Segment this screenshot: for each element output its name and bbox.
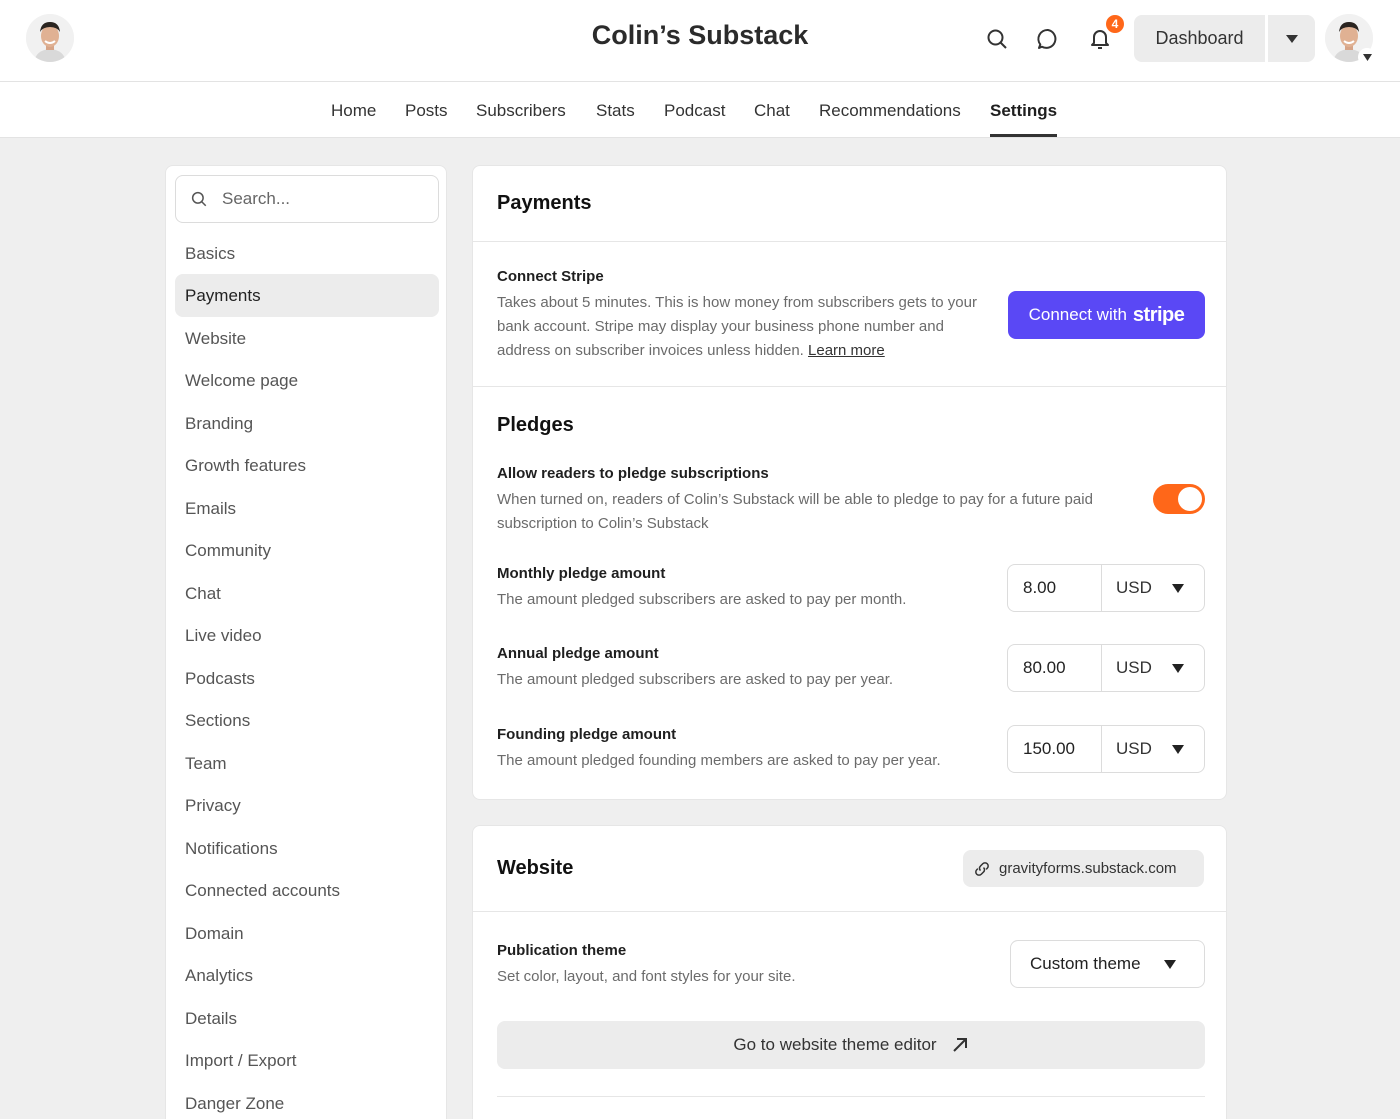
sidebar-item-import-export[interactable]: Import / Export (175, 1039, 439, 1082)
monthly-currency-select[interactable]: USD (1102, 565, 1204, 611)
sidebar-item-website[interactable]: Website (175, 317, 439, 360)
payments-title: Payments (497, 192, 592, 214)
annual-pledge-title: Annual pledge amount (497, 645, 659, 662)
chat-bubble-icon[interactable] (1031, 22, 1065, 56)
website-url: gravityforms.substack.com (999, 860, 1177, 877)
caret-down-icon (1172, 744, 1184, 754)
caret-down-icon (1362, 53, 1372, 61)
sidebar-item-welcome-page[interactable]: Welcome page (175, 359, 439, 402)
sidebar-item-community[interactable]: Community (175, 529, 439, 572)
theme-editor-label: Go to website theme editor (733, 1035, 937, 1054)
theme-editor-button[interactable]: Go to website theme editor (497, 1021, 1205, 1069)
annual-pledge-input[interactable] (1008, 645, 1102, 691)
dashboard-dropdown-button[interactable] (1268, 15, 1315, 62)
sidebar-item-basics[interactable]: Basics (175, 232, 439, 275)
founding-currency-select[interactable]: USD (1102, 726, 1204, 772)
currency-value: USD (1116, 578, 1152, 597)
allow-pledges-toggle[interactable] (1153, 484, 1205, 514)
founding-pledge-title: Founding pledge amount (497, 726, 677, 743)
founding-pledge-description: The amount pledged founding members are … (497, 752, 941, 769)
sidebar-item-podcasts[interactable]: Podcasts (175, 657, 439, 700)
allow-pledges-title: Allow readers to pledge subscriptions (497, 465, 769, 482)
currency-value: USD (1116, 658, 1152, 677)
divider (473, 386, 1226, 387)
active-tab-indicator (990, 134, 1057, 137)
tab-stats[interactable]: Stats (596, 101, 635, 121)
external-arrow-icon (952, 1038, 967, 1052)
theme-value: Custom theme (1030, 954, 1141, 973)
annual-currency-select[interactable]: USD (1102, 645, 1204, 691)
link-icon (975, 861, 989, 876)
connect-stripe-description: Takes about 5 minutes. This is how money… (497, 291, 989, 363)
sidebar-item-branding[interactable]: Branding (175, 402, 439, 445)
annual-pledge-description: The amount pledged subscribers are asked… (497, 671, 894, 688)
dashboard-button[interactable]: Dashboard (1134, 15, 1265, 62)
monthly-pledge-title: Monthly pledge amount (497, 565, 666, 582)
tab-subscribers[interactable]: Subscribers (476, 101, 566, 121)
divider (473, 911, 1226, 912)
divider (497, 1096, 1205, 1097)
sidebar-item-emails[interactable]: Emails (175, 487, 439, 530)
website-card: Website gravityforms.substack.com Public… (472, 825, 1227, 1119)
publication-logo[interactable] (26, 14, 74, 62)
sidebar-item-danger-zone[interactable]: Danger Zone (175, 1082, 439, 1119)
founding-pledge-input[interactable] (1008, 726, 1102, 772)
divider (473, 241, 1226, 242)
sidebar-item-team[interactable]: Team (175, 742, 439, 785)
website-url-chip[interactable]: gravityforms.substack.com (963, 850, 1204, 887)
connect-stripe-button[interactable]: Connect with stripe (1008, 291, 1205, 339)
sidebar-item-live-video[interactable]: Live video (175, 614, 439, 657)
sidebar-item-growth-features[interactable]: Growth features (175, 444, 439, 487)
sidebar-item-notifications[interactable]: Notifications (175, 827, 439, 870)
monthly-pledge-description: The amount pledged subscribers are asked… (497, 591, 907, 608)
sidebar-item-domain[interactable]: Domain (175, 912, 439, 955)
tab-home[interactable]: Home (331, 101, 376, 121)
user-menu-caret[interactable] (1358, 48, 1376, 66)
sidebar-item-privacy[interactable]: Privacy (175, 784, 439, 827)
connect-stripe-title: Connect Stripe (497, 268, 604, 285)
caret-down-icon (1164, 959, 1176, 969)
caret-down-icon (1172, 583, 1184, 593)
connect-with-label: Connect with (1028, 305, 1127, 324)
chevron-down-icon (1285, 34, 1298, 43)
stripe-logo: stripe (1132, 303, 1185, 326)
publication-theme-title: Publication theme (497, 942, 627, 959)
currency-value: USD (1116, 739, 1152, 758)
monthly-pledge-input[interactable] (1008, 565, 1102, 611)
person-avatar-icon (26, 14, 74, 62)
sidebar-item-payments[interactable]: Payments (175, 274, 439, 317)
tab-podcast[interactable]: Podcast (664, 101, 725, 121)
settings-sidebar: Basics Payments Website Welcome page Bra… (165, 165, 447, 1119)
caret-down-icon (1172, 663, 1184, 673)
notification-badge: 4 (1104, 13, 1126, 35)
nav-bar: Home Posts Subscribers Stats Podcast Cha… (0, 82, 1400, 138)
sidebar-item-connected-accounts[interactable]: Connected accounts (175, 869, 439, 912)
sidebar-item-sections[interactable]: Sections (175, 699, 439, 742)
payments-card: Payments Connect Stripe Takes about 5 mi… (472, 165, 1227, 800)
tab-posts[interactable]: Posts (405, 101, 448, 121)
pledges-title: Pledges (497, 414, 574, 436)
allow-pledges-description: When turned on, readers of Colin’s Subst… (497, 491, 1093, 532)
learn-more-link[interactable]: Learn more (808, 342, 885, 359)
founding-pledge-amount-group: USD (1007, 725, 1205, 773)
theme-select[interactable]: Custom theme (1010, 940, 1205, 988)
website-title: Website (497, 857, 574, 879)
tab-chat[interactable]: Chat (754, 101, 790, 121)
search-icon (191, 191, 207, 207)
sidebar-item-chat[interactable]: Chat (175, 572, 439, 615)
connect-stripe-text: Takes about 5 minutes. This is how money… (497, 294, 977, 359)
toggle-knob (1178, 487, 1202, 511)
top-header: Colin’s Substack 4 Dashboard (0, 0, 1400, 82)
search-icon[interactable] (980, 22, 1014, 56)
site-title[interactable]: Colin’s Substack (592, 20, 809, 50)
sidebar-item-details[interactable]: Details (175, 997, 439, 1040)
monthly-pledge-amount-group: USD (1007, 564, 1205, 612)
annual-pledge-amount-group: USD (1007, 644, 1205, 692)
publication-theme-description: Set color, layout, and font styles for y… (497, 968, 796, 985)
search-input[interactable] (222, 189, 422, 209)
tab-recommendations[interactable]: Recommendations (819, 101, 961, 121)
sidebar-search[interactable] (175, 175, 439, 223)
tab-settings[interactable]: Settings (990, 101, 1057, 121)
sidebar-item-analytics[interactable]: Analytics (175, 954, 439, 997)
